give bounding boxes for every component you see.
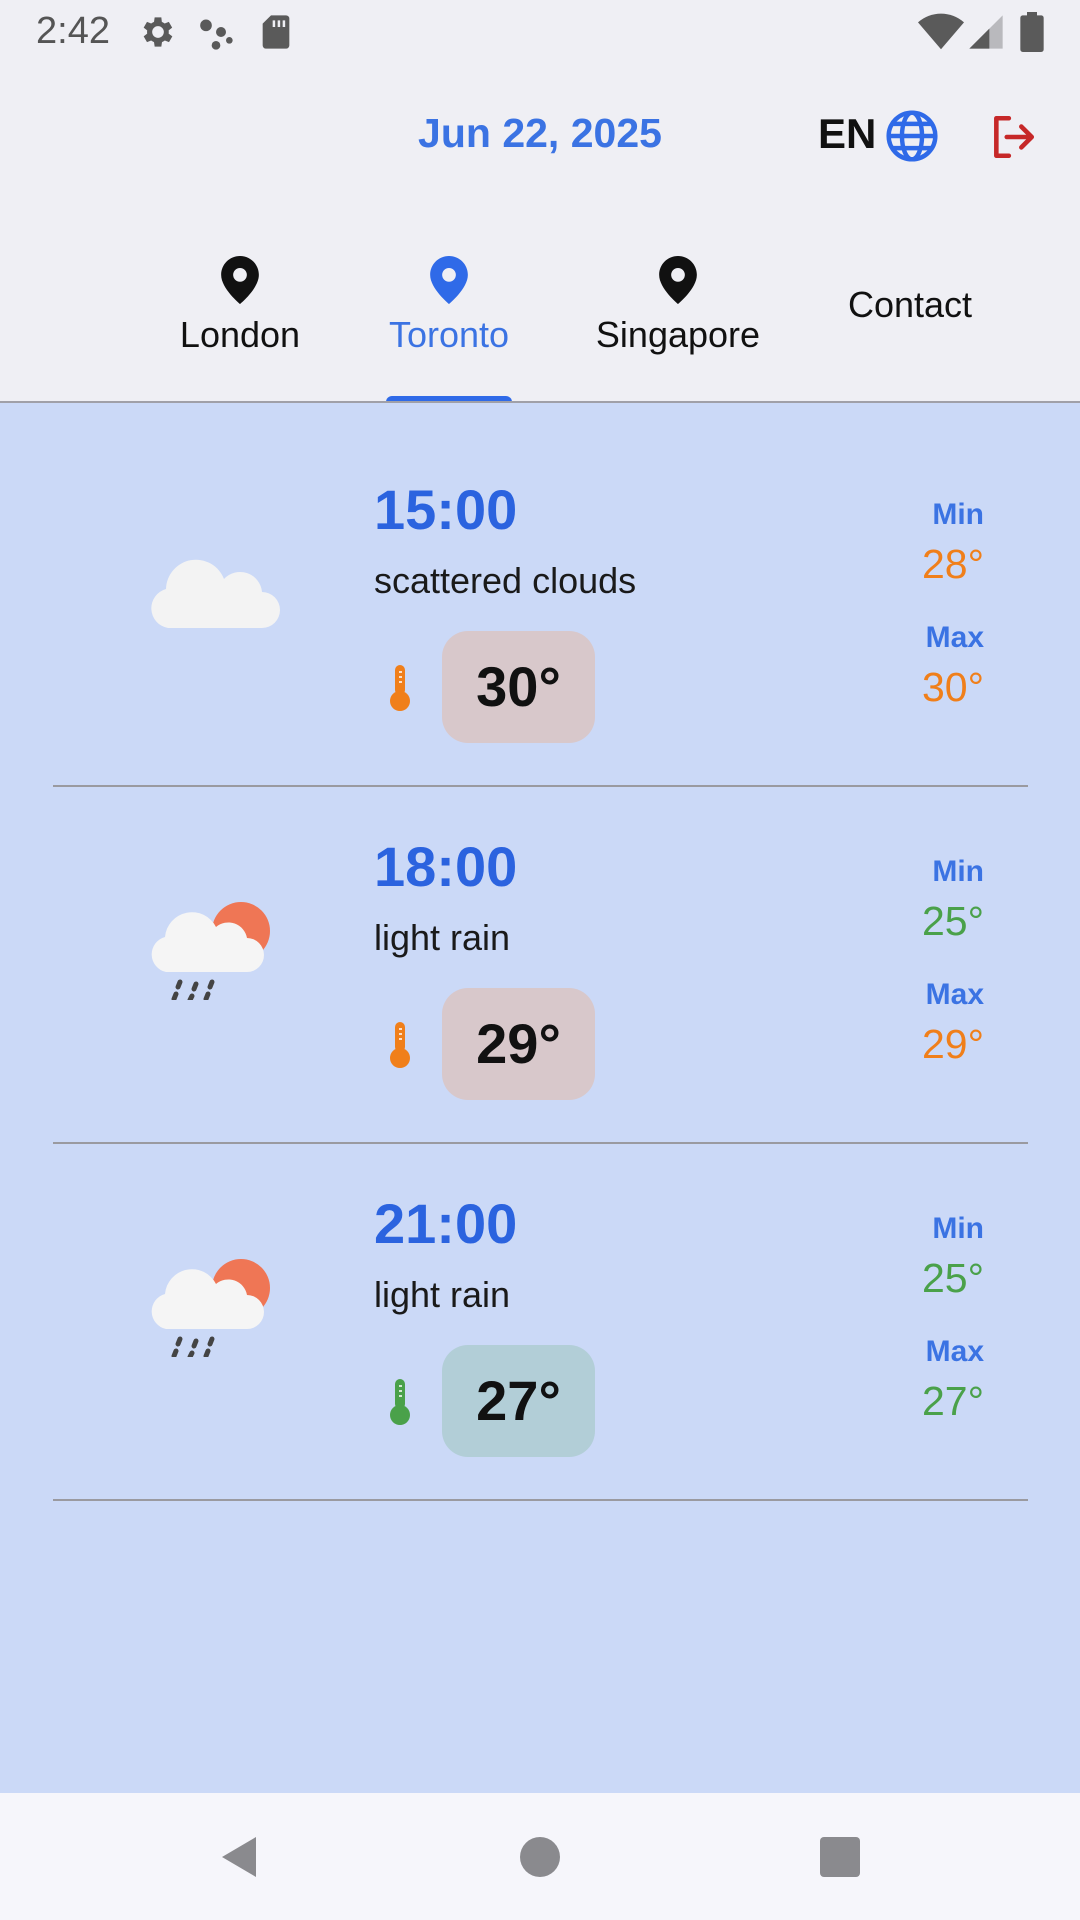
forecast-time: 18:00: [374, 835, 518, 898]
signal-icon: [969, 15, 1003, 49]
language-label[interactable]: EN: [818, 110, 876, 158]
divider: [53, 1499, 1028, 1501]
max-label: Max: [925, 621, 984, 654]
max-label: Max: [925, 978, 984, 1011]
forecast-description: light rain: [374, 1274, 511, 1315]
assistant-dots-icon: [200, 19, 233, 50]
max-value: 27°: [921, 1378, 984, 1424]
forecast-description: scattered clouds: [374, 560, 637, 601]
tab-london[interactable]: London: [160, 214, 320, 402]
home-icon[interactable]: [516, 1833, 564, 1881]
location-pin-icon: [221, 256, 259, 304]
thermometer-icon: [390, 665, 410, 711]
temperature-badge: 29°: [442, 988, 595, 1100]
max-value: 29°: [921, 1021, 984, 1067]
forecast-time: 15:00: [374, 478, 518, 541]
tab-toronto[interactable]: Toronto: [369, 214, 529, 402]
logout-icon[interactable]: [988, 112, 1038, 162]
back-icon[interactable]: [216, 1833, 264, 1881]
forecast-row[interactable]: 15:00 scattered clouds 30° Min 28° Max 3…: [0, 403, 1080, 759]
tab-label: Contact: [847, 284, 973, 325]
forecast-row[interactable]: 21:00 light rain 27° Min 25° Max 27°: [0, 1117, 1080, 1473]
location-pin-icon: [430, 256, 468, 304]
sun-rain-cloud-icon: [151, 1259, 270, 1357]
max-label: Max: [925, 1335, 984, 1368]
tab-label: Singapore: [595, 314, 761, 355]
city-tabs: London Toronto Singapore Contact: [0, 214, 1080, 404]
battery-icon: [1020, 12, 1044, 52]
thermometer-icon: [390, 1379, 410, 1425]
tab-contact[interactable]: Contact: [820, 214, 1000, 402]
wifi-icon: [918, 13, 964, 50]
max-value: 30°: [921, 664, 984, 710]
status-time: 2:42: [36, 10, 110, 52]
forecast-list: 15:00 scattered clouds 30° Min 28° Max 3…: [0, 403, 1080, 1793]
temperature-badge: 30°: [442, 631, 595, 743]
min-label: Min: [932, 1212, 984, 1245]
forecast-row[interactable]: 18:00 light rain 29° Min 25° Max 29°: [0, 760, 1080, 1116]
tab-singapore[interactable]: Singapore: [578, 214, 778, 402]
forecast-description: light rain: [374, 917, 511, 958]
globe-icon[interactable]: [884, 108, 940, 164]
status-bar: 2:42: [0, 0, 1080, 64]
thermometer-icon: [390, 1022, 410, 1068]
gear-icon: [143, 17, 173, 47]
tab-label: Toronto: [388, 314, 510, 355]
min-label: Min: [932, 498, 984, 531]
location-pin-icon: [659, 256, 697, 304]
cloud-icon: [151, 559, 280, 628]
min-value: 25°: [921, 898, 984, 944]
min-value: 28°: [921, 541, 984, 587]
min-value: 25°: [921, 1255, 984, 1301]
sd-card-icon: [262, 15, 290, 49]
sun-rain-cloud-icon: [151, 902, 270, 1000]
temperature-badge: 27°: [442, 1345, 595, 1457]
recents-icon[interactable]: [816, 1833, 864, 1881]
forecast-time: 21:00: [374, 1192, 518, 1255]
min-label: Min: [932, 855, 984, 888]
tab-label: London: [179, 314, 301, 355]
system-nav-bar: [0, 1793, 1080, 1920]
app-header: Jun 22, 2025 EN: [0, 64, 1080, 214]
